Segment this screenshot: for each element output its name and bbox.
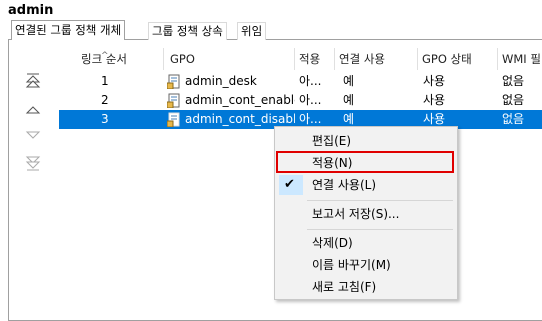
- column-header-gpo-status[interactable]: GPO 상태: [418, 48, 498, 70]
- row-gpo-status: 사용: [423, 93, 446, 107]
- highlight-annotation: [276, 151, 454, 173]
- gpo-name: admin_desk: [185, 74, 257, 88]
- row-gpo: admin_cont_enable: [167, 91, 295, 110]
- row-enforced: 아...: [299, 74, 322, 88]
- tab-delegation[interactable]: 위임: [237, 22, 267, 40]
- menu-separator: [307, 229, 453, 230]
- move-down-button[interactable]: [22, 125, 44, 145]
- menu-item-delete[interactable]: 삭제(D): [275, 232, 457, 254]
- table-row[interactable]: 2 admin_cont_enable 아... 예 사용 없음: [59, 91, 542, 110]
- gpo-document-icon: [167, 112, 180, 127]
- row-link-enabled: 예: [343, 74, 355, 88]
- list-header: 링크 순서 ^ GPO 적용 연결 사용 GPO 상태 WMI 필: [59, 48, 542, 70]
- row-link-order: 2: [101, 93, 109, 107]
- row-wmi-filter: 없음: [502, 93, 525, 107]
- column-header-gpo[interactable]: GPO: [164, 48, 295, 70]
- menu-item-save-report[interactable]: 보고서 저장(S)...: [275, 203, 457, 225]
- move-up-button[interactable]: [22, 100, 44, 120]
- menu-item-label: 보고서 저장(S)...: [312, 207, 400, 221]
- menu-item-label: 편집(E): [312, 134, 352, 148]
- move-up-icon: [25, 106, 41, 114]
- move-to-top-icon: [25, 73, 41, 88]
- table-row[interactable]: 1 admin_desk 아... 예 사용 없음: [59, 72, 542, 91]
- row-gpo-status: 사용: [423, 74, 446, 88]
- column-header-enforced[interactable]: 적용: [295, 48, 335, 70]
- menu-separator: [307, 200, 453, 201]
- checkmark-icon: ✔: [284, 177, 295, 192]
- column-header-link-order[interactable]: 링크 순서 ^: [59, 48, 164, 70]
- row-wmi-filter: 없음: [502, 112, 525, 126]
- menu-item-label: 삭제(D): [312, 236, 353, 250]
- move-down-icon: [25, 131, 41, 139]
- row-link-order: 3: [101, 112, 109, 126]
- row-enforced: 아...: [299, 93, 322, 107]
- move-to-top-button[interactable]: [22, 72, 44, 92]
- move-to-bottom-icon: [25, 156, 41, 171]
- menu-item-label: 연결 사용(L): [312, 178, 377, 192]
- gpo-name: admin_cont_enable: [185, 93, 295, 107]
- row-gpo: admin_desk: [167, 72, 295, 91]
- row-wmi-filter: 없음: [502, 74, 525, 88]
- column-header-link-enabled[interactable]: 연결 사용: [335, 48, 418, 70]
- menu-item-label: 이름 바꾸기(M): [312, 258, 391, 272]
- column-header-wmi-filter[interactable]: WMI 필: [498, 48, 542, 70]
- gpo-document-icon: [167, 93, 180, 108]
- move-to-bottom-button[interactable]: [22, 152, 44, 172]
- window-title: admin: [8, 3, 54, 18]
- menu-item-rename[interactable]: 이름 바꾸기(M): [275, 254, 457, 276]
- menu-item-refresh[interactable]: 새로 고침(F): [275, 276, 457, 298]
- tab-linked-gpos[interactable]: 연결된 그룹 정책 개체: [11, 20, 126, 40]
- sort-ascending-icon: ^: [101, 51, 109, 61]
- menu-item-link-enabled[interactable]: ✔ 연결 사용(L): [275, 174, 457, 196]
- gpo-document-icon: [167, 74, 180, 89]
- menu-item-label: 새로 고침(F): [312, 280, 377, 294]
- menu-item-edit[interactable]: 편집(E): [275, 130, 457, 152]
- tab-gpo-inheritance[interactable]: 그룹 정책 상속: [148, 22, 227, 40]
- row-link-order: 1: [101, 74, 109, 88]
- row-link-enabled: 예: [343, 93, 355, 107]
